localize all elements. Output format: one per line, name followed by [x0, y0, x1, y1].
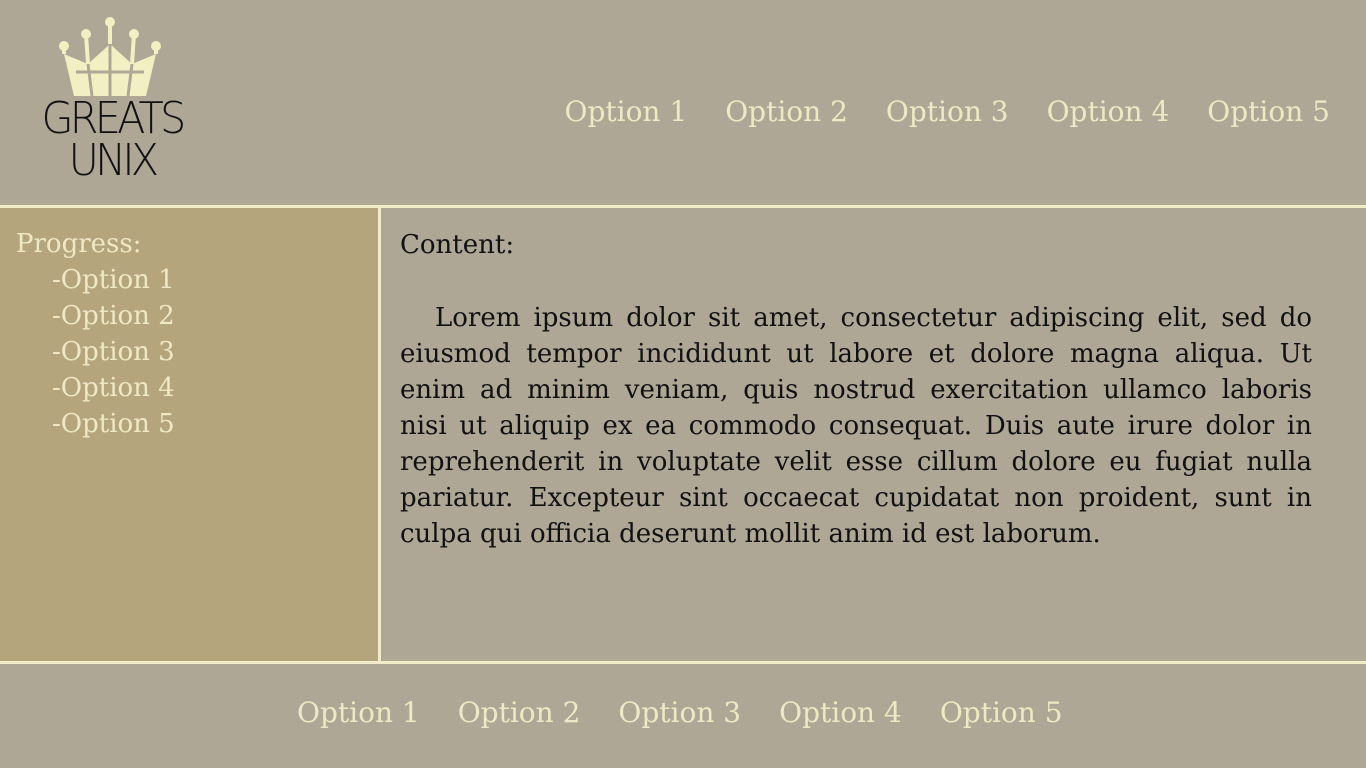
- footer-option-1[interactable]: Option 1: [297, 693, 420, 733]
- header: GREATS UNIX Option 1 Option 2 Option 3 O…: [0, 0, 1366, 205]
- footer-navigation: Option 1 Option 2 Option 3 Option 4 Opti…: [297, 693, 1063, 733]
- topnav-option-4[interactable]: Option 4: [1047, 92, 1170, 132]
- footer-option-2[interactable]: Option 2: [458, 693, 581, 733]
- topnav-option-2[interactable]: Option 2: [725, 92, 848, 132]
- top-navigation: Option 1 Option 2 Option 3 Option 4 Opti…: [564, 92, 1330, 132]
- progress-item-option-4[interactable]: -Option 4: [52, 370, 175, 406]
- content-body: Lorem ipsum dolor sit amet, consectetur …: [400, 303, 1312, 549]
- footer-option-4[interactable]: Option 4: [779, 693, 902, 733]
- topnav-option-3[interactable]: Option 3: [886, 92, 1009, 132]
- footer-option-5[interactable]: Option 5: [940, 693, 1063, 733]
- progress-item-option-1[interactable]: -Option 1: [52, 262, 175, 298]
- progress-item-option-5[interactable]: -Option 5: [52, 406, 175, 442]
- progress-item-option-2[interactable]: -Option 2: [52, 298, 175, 334]
- progress-item-option-3[interactable]: -Option 3: [52, 334, 175, 370]
- brand-line-2: UNIX: [68, 135, 159, 186]
- brand-line-1: GREATS: [41, 93, 187, 144]
- topnav-option-1[interactable]: Option 1: [564, 92, 687, 132]
- logo[interactable]: GREATS UNIX: [34, 16, 190, 186]
- crown-icon: [59, 17, 161, 97]
- progress-list: -Option 1 -Option 2 -Option 3 -Option 4 …: [52, 262, 175, 442]
- topnav-option-5[interactable]: Option 5: [1207, 92, 1330, 132]
- content-title: Content:: [400, 230, 515, 260]
- brand-wordmark: GREATS UNIX: [39, 93, 187, 186]
- progress-title: Progress:: [16, 229, 142, 259]
- footer-option-3[interactable]: Option 3: [618, 693, 741, 733]
